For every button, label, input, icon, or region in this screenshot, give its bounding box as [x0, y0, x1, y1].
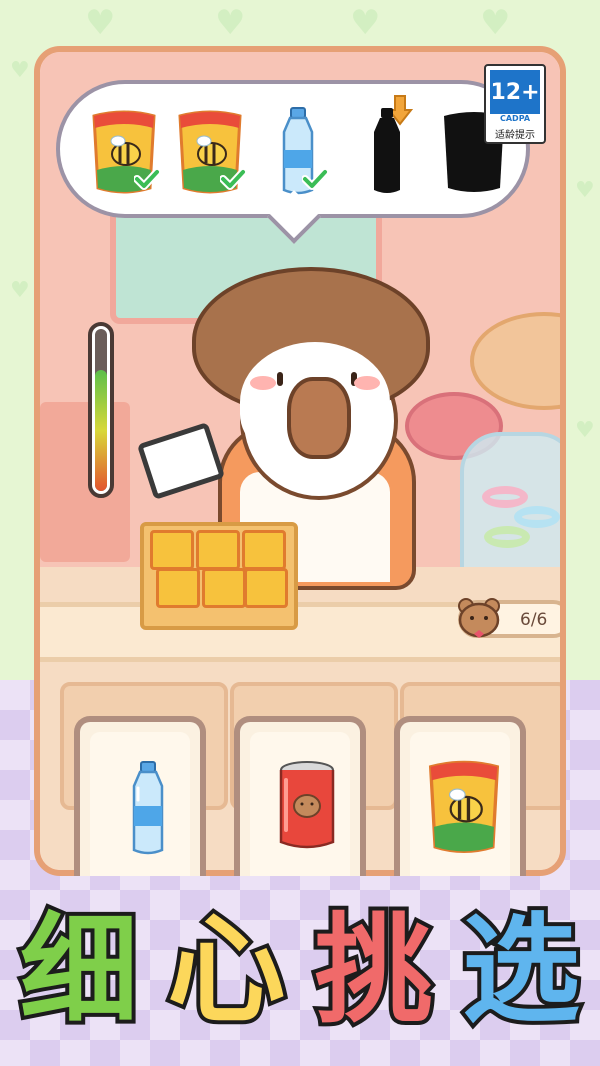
- character-blush: [250, 376, 276, 390]
- patience-meter-track: [95, 329, 107, 491]
- mini-chips: [150, 530, 194, 570]
- choice-card-inner: [410, 732, 510, 876]
- order-item-chips: [174, 110, 247, 196]
- donut: [514, 506, 560, 528]
- heart-decoration-icon: ♥: [575, 178, 595, 203]
- mini-chips: [156, 568, 200, 608]
- heart-decoration-icon: ♥: [480, 3, 511, 43]
- order-item-cola-silhouette: [370, 106, 404, 196]
- customer-counter: 6/6: [458, 598, 560, 638]
- character-nose: [287, 377, 351, 459]
- age-rating-tip: 适龄提示: [495, 130, 535, 141]
- choice-card-cola-can[interactable]: [234, 716, 366, 876]
- check-icon: [301, 168, 329, 194]
- heart-decoration-icon: ♥: [10, 278, 30, 303]
- heart-decoration-icon: ♥: [575, 418, 595, 443]
- chips-display-box: [140, 522, 298, 630]
- capybara-face-icon: [456, 596, 502, 640]
- order-item-water: [278, 106, 329, 196]
- donut: [482, 486, 528, 508]
- mini-chips: [196, 530, 240, 570]
- cola-bottle-silhouette-icon: [370, 106, 404, 196]
- title-char: 选: [458, 901, 584, 1039]
- age-rating-badge: 12+ CADPA 适龄提示: [484, 64, 546, 144]
- character-blush: [354, 376, 380, 390]
- choice-card-water[interactable]: [74, 716, 206, 876]
- mini-chips: [244, 568, 288, 608]
- chips-bag-icon: [424, 760, 504, 856]
- heart-decoration-icon: ♥: [85, 3, 116, 43]
- patience-meter: [88, 322, 114, 498]
- heart-decoration-icon: ♥: [10, 58, 30, 83]
- title-char: 细: [16, 901, 142, 1039]
- title-char: 挑: [311, 901, 437, 1039]
- promo-title: 细 心 挑 选: [16, 900, 584, 1040]
- choice-card-chips[interactable]: [394, 716, 526, 876]
- side-shelf: [40, 402, 130, 562]
- character-eye: [277, 372, 283, 386]
- heart-decoration-icon: ♥: [215, 3, 246, 43]
- cola-can-icon: [276, 760, 338, 852]
- mini-chips: [242, 530, 286, 570]
- customer-count: 6/6: [520, 610, 548, 630]
- choice-card-inner: [250, 732, 350, 876]
- water-bottle-icon: [128, 760, 168, 856]
- age-rating: 12+: [490, 70, 540, 114]
- title-char: 心: [163, 901, 289, 1039]
- mini-chips: [202, 568, 246, 608]
- order-bubble: [56, 80, 530, 218]
- check-icon: [133, 168, 161, 194]
- donut: [484, 526, 530, 548]
- age-rating-org: CADPA: [499, 114, 531, 123]
- patience-meter-fill: [95, 369, 107, 491]
- order-item-chips: [88, 110, 161, 196]
- choice-card-inner: [90, 732, 190, 876]
- heart-decoration-icon: ♥: [350, 3, 381, 43]
- check-icon: [219, 168, 247, 194]
